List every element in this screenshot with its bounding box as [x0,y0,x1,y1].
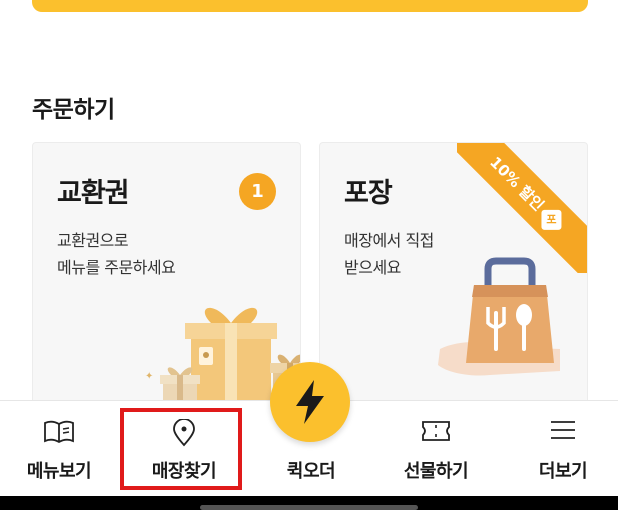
nav-item-gift[interactable]: 선물하기 [390,401,482,497]
nav-label-gift: 선물하기 [403,461,469,482]
takeout-card[interactable]: 포장 매장에서 직접 받으세요 10% 할인포 [319,142,588,412]
nav-item-more[interactable]: 더보기 [524,401,602,497]
voucher-desc-line1: 교환권으로 [57,231,129,250]
section-title: 주문하기 [32,97,115,123]
voucher-card[interactable]: 교환권 1 교환권으로 메뉴를 주문하세요 ✦ [32,142,301,412]
voucher-card-description: 교환권으로 메뉴를 주문하세요 [57,227,176,281]
nav-label-menu: 메뉴보기 [26,461,92,482]
nav-label-quick-order: 퀵오더 [286,461,336,482]
svg-text:✦: ✦ [145,371,153,382]
nav-label-more: 더보기 [538,461,588,482]
ticket-icon [422,421,450,441]
top-banner[interactable] [32,0,588,12]
voucher-count-badge: 1 [239,173,276,210]
lightning-icon [296,380,324,424]
nav-item-menu[interactable]: 메뉴보기 [14,401,104,497]
takeout-tag-icon: 포 [542,209,563,230]
home-indicator[interactable] [200,505,418,510]
highlight-box [120,408,242,490]
voucher-desc-line2: 메뉴를 주문하세요 [57,258,176,277]
discount-ribbon-text: 10% 할인 [486,153,548,215]
takeout-card-title: 포장 [344,178,393,209]
takeout-desc-line1: 매장에서 직접 [344,231,434,250]
takeout-bag-icon [438,257,560,376]
hamburger-menu-icon [551,421,575,439]
takeout-desc-line2: 받으세요 [344,258,401,277]
book-icon [44,420,74,444]
takeout-card-description: 매장에서 직접 받으세요 [344,227,434,281]
quick-order-button[interactable] [270,362,350,442]
voucher-card-title: 교환권 [57,178,130,209]
